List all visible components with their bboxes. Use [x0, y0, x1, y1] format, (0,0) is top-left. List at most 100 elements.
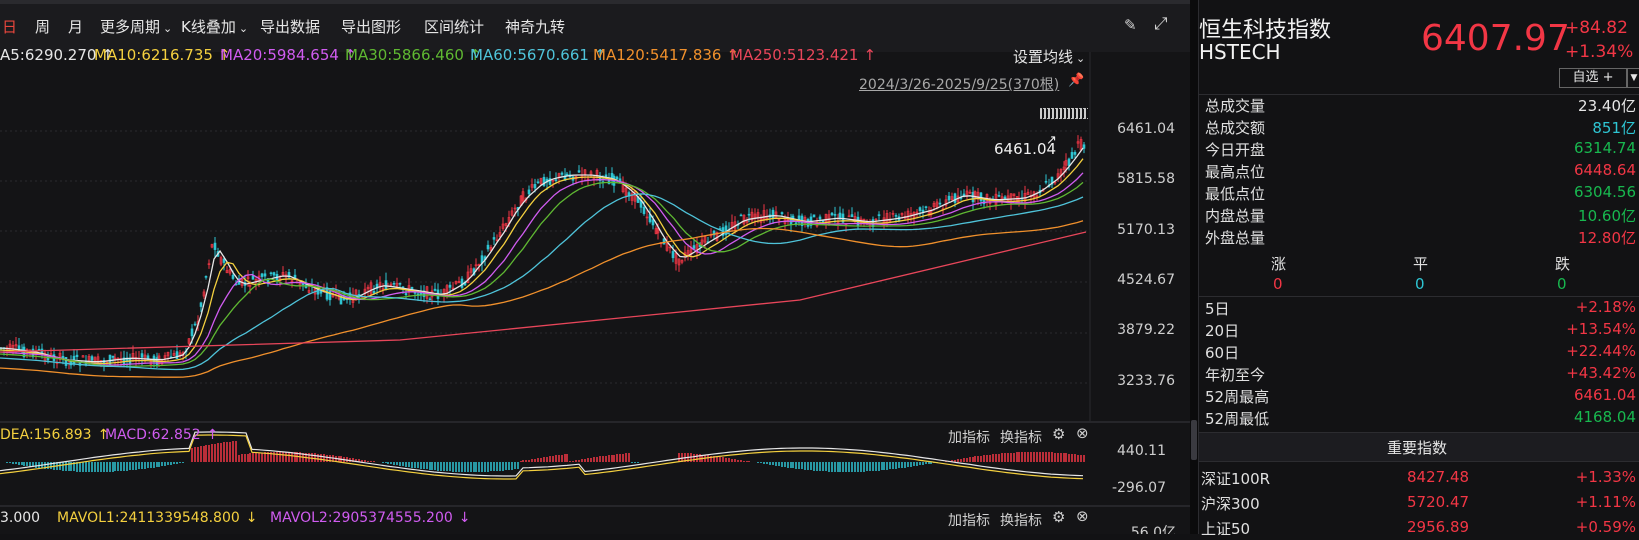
candle-body	[651, 219, 655, 226]
price-axis-label: 3233.76	[1117, 373, 1175, 389]
index-row[interactable]: 沪深300 5720.47 +1.11%	[1199, 493, 1639, 515]
stat-value: 23.40亿	[1578, 97, 1636, 115]
candle-body	[433, 288, 437, 291]
price-change: +84.82	[1565, 18, 1628, 38]
candle-body	[877, 214, 881, 216]
splitter-handle[interactable]	[1191, 420, 1197, 460]
candle-body	[190, 328, 194, 337]
candle-body	[997, 195, 1001, 197]
candle-body	[924, 206, 928, 208]
macd-value: DEA:156.893	[0, 427, 92, 443]
candle-body	[272, 272, 276, 276]
candle-body	[222, 258, 226, 263]
candle-body	[953, 193, 957, 203]
add-watchlist-button[interactable]: 自选 +	[1559, 68, 1627, 88]
volume-axis-top: 56.0亿	[1130, 525, 1176, 534]
price-axis-label: 5815.58	[1117, 171, 1175, 187]
macd-legend-item: MACD:62.852 ↑	[105, 427, 218, 443]
candle-body	[554, 179, 558, 181]
divider	[1199, 296, 1639, 297]
index-code: HSTECH	[1199, 40, 1281, 64]
stat-label: 最低点位	[1205, 185, 1266, 203]
stat-label: 今日开盘	[1205, 141, 1266, 159]
high-arrow-icon: ↗	[1046, 133, 1057, 148]
index-row-name: 上证50	[1201, 520, 1251, 538]
candle-body	[918, 207, 922, 211]
quote-panel: 恒生科技指数 HSTECH 6407.97 +84.82 +1.34% 自选 +…	[1198, 0, 1639, 538]
kline-chart-area[interactable]: 日 周 月 更多周期 ⌄ K线叠加 ⌄ 导出数据 导出图形 区间统计 神奇九转 ✎ …	[0, 0, 1190, 534]
macd-axis-top: 440.11	[1117, 443, 1166, 459]
indices-header: 重要指数	[1199, 432, 1639, 462]
vol-close-icon[interactable]: ⊗	[1076, 507, 1089, 525]
watchlist-dropdown-icon[interactable]: ▼	[1627, 68, 1639, 88]
candle-body	[269, 272, 273, 275]
index-row-price: 2956.89	[1407, 518, 1470, 536]
index-row-pct: +1.33%	[1575, 468, 1636, 486]
macd-add-indicator-button[interactable]: 加指标	[948, 427, 990, 447]
macd-switch-indicator-button[interactable]: 换指标	[1000, 427, 1042, 447]
vol-add-indicator-button[interactable]: 加指标	[948, 510, 990, 530]
candle-body	[111, 355, 115, 358]
indices-title: 重要指数	[1387, 439, 1448, 457]
breadth-down-count: 0	[1557, 275, 1567, 293]
index-row[interactable]: 深证100R 8427.48 +1.33%	[1199, 468, 1639, 490]
fullscreen-icon[interactable]: ⤢	[1154, 14, 1168, 34]
candle-body	[460, 278, 464, 288]
candle-body	[398, 282, 402, 285]
period-value: +22.44%	[1566, 342, 1636, 360]
panel-separator	[0, 421, 1190, 423]
vol-settings-gear-icon[interactable]: ⚙	[1052, 508, 1065, 526]
stat-row: 最高点位 6448.64	[1199, 161, 1639, 183]
candle-body	[947, 195, 951, 201]
stat-label: 总成交额	[1205, 119, 1266, 137]
macd-settings-gear-icon[interactable]: ⚙	[1052, 425, 1065, 443]
volume-value: 3.000	[0, 510, 41, 526]
candle-body	[251, 275, 255, 280]
candle-body	[1067, 158, 1071, 166]
macd-legend-item: DEA:156.893 ↑	[0, 427, 109, 443]
breadth-up-count: 0	[1273, 275, 1283, 293]
candle-body	[962, 193, 966, 197]
down-arrow-icon: ↓	[458, 510, 471, 526]
stat-row: 最低点位 6304.56	[1199, 183, 1639, 205]
period-row: 52周最高 6461.04	[1199, 386, 1639, 408]
period-row: 60日 +22.44%	[1199, 342, 1639, 364]
stat-row: 总成交额 851亿	[1199, 117, 1639, 139]
candle-body	[938, 202, 942, 205]
price-axis-label: 4524.67	[1117, 272, 1175, 288]
candle-body	[642, 206, 646, 214]
candle-body	[812, 214, 816, 218]
macd-close-icon[interactable]: ⊗	[1076, 424, 1089, 442]
breadth-up-label: 涨	[1271, 255, 1287, 273]
candle-body	[739, 214, 743, 217]
candle-body	[1003, 196, 1007, 200]
candle-body	[486, 244, 490, 250]
candle-body	[175, 351, 179, 360]
panel-splitter[interactable]	[1190, 0, 1198, 534]
breadth-down-label: 跌	[1555, 255, 1571, 273]
period-label: 20日	[1205, 322, 1240, 340]
candle-body	[577, 170, 581, 173]
candle-body	[771, 209, 775, 220]
index-row-name: 沪深300	[1201, 495, 1260, 513]
stat-label: 外盘总量	[1205, 229, 1266, 247]
candle-body	[671, 251, 675, 259]
candle-body	[263, 273, 267, 277]
stat-row: 总成交量 23.40亿	[1199, 95, 1639, 117]
vol-switch-indicator-button[interactable]: 换指标	[1000, 510, 1042, 530]
candle-body	[818, 216, 822, 220]
up-arrow-icon: ↑	[206, 427, 219, 443]
period-value: 6461.04	[1573, 386, 1636, 404]
candle-body	[193, 323, 197, 326]
price-change-pct: +1.34%	[1565, 42, 1634, 62]
index-row[interactable]: 上证50 2956.89 +0.59%	[1199, 518, 1639, 540]
candle-body	[17, 345, 21, 350]
candle-body	[533, 184, 537, 189]
brush-icon[interactable]: ✎	[1124, 16, 1137, 34]
stat-value: 12.80亿	[1578, 229, 1636, 247]
candle-body	[75, 354, 79, 358]
candlestick-chart[interactable]	[0, 0, 1100, 534]
candle-body	[1073, 152, 1077, 155]
stat-row: 外盘总量 12.80亿	[1199, 227, 1639, 249]
ma-line	[0, 172, 1084, 366]
